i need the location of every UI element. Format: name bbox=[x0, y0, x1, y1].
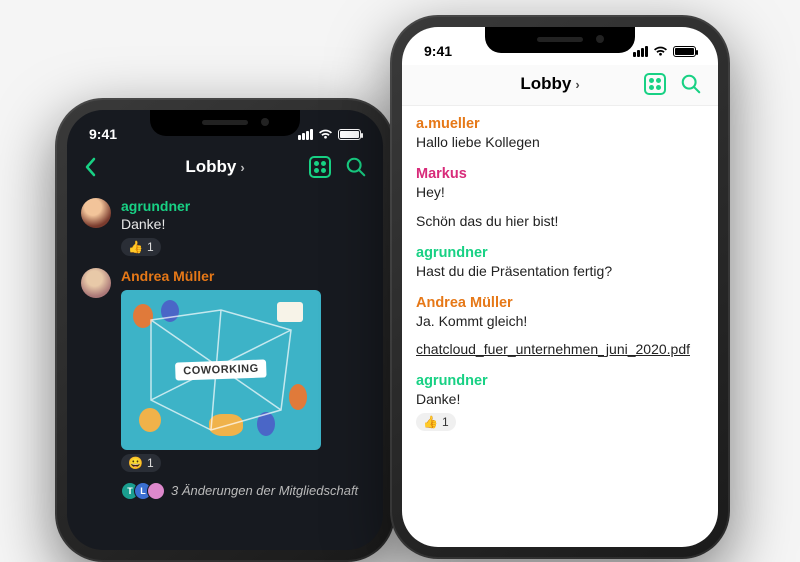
file-link[interactable]: chatcloud_fuer_unternehmen_juni_2020.pdf bbox=[416, 340, 704, 359]
reaction-emoji: 👍 bbox=[423, 415, 438, 429]
search-button[interactable] bbox=[345, 156, 367, 178]
message[interactable]: agrundner Danke! 👍 1 bbox=[416, 373, 704, 431]
back-button[interactable] bbox=[83, 157, 97, 177]
phone-light: 9:41 Lobby › a.mueller Hall bbox=[390, 15, 730, 559]
wifi-icon bbox=[653, 46, 668, 57]
navbar: Lobby › bbox=[67, 148, 383, 188]
reaction-count: 1 bbox=[147, 456, 154, 470]
reaction-emoji: 😀 bbox=[128, 456, 143, 470]
reaction[interactable]: 😀 1 bbox=[121, 454, 161, 472]
membership-text: 3 Änderungen der Mitgliedschaft bbox=[171, 483, 358, 498]
message[interactable]: a.mueller Hallo liebe Kollegen bbox=[416, 116, 704, 152]
message[interactable]: Markus Hey! Schön das du hier bist! bbox=[416, 166, 704, 231]
image-label: COWORKING bbox=[175, 359, 267, 380]
reaction-emoji: 👍 bbox=[128, 240, 143, 254]
reaction-count: 1 bbox=[442, 415, 449, 429]
message-text: Danke! bbox=[121, 215, 369, 234]
reaction[interactable]: 👍 1 bbox=[416, 413, 456, 431]
message-text: Hallo liebe Kollegen bbox=[416, 133, 704, 152]
avatar[interactable] bbox=[81, 268, 111, 298]
sender-name: agrundner bbox=[416, 373, 704, 389]
sender-name: agrundner bbox=[416, 245, 704, 261]
nav-title[interactable]: Lobby › bbox=[123, 157, 307, 177]
navbar: Lobby › bbox=[402, 65, 718, 106]
reaction-count: 1 bbox=[147, 240, 154, 254]
message-text: Hey! bbox=[416, 183, 704, 202]
chevron-right-icon: › bbox=[240, 160, 244, 175]
message-text: Hast du die Präsentation fertig? bbox=[416, 262, 704, 281]
chat-list[interactable]: agrundner Danke! 👍 1 Andrea Müller bbox=[67, 188, 383, 522]
message[interactable]: Andrea Müller COWORKING 😀 bbox=[81, 268, 369, 500]
sender-name: Andrea Müller bbox=[416, 295, 704, 311]
battery-icon bbox=[673, 46, 696, 57]
wifi-icon bbox=[318, 129, 333, 140]
search-button[interactable] bbox=[680, 73, 702, 95]
message[interactable]: agrundner Danke! 👍 1 bbox=[81, 198, 369, 256]
status-time: 9:41 bbox=[424, 43, 452, 59]
image-attachment[interactable]: COWORKING bbox=[121, 290, 321, 450]
notch bbox=[485, 27, 635, 53]
grid-icon bbox=[309, 156, 331, 178]
reaction[interactable]: 👍 1 bbox=[121, 238, 161, 256]
message[interactable]: agrundner Hast du die Präsentation ferti… bbox=[416, 245, 704, 281]
avatar[interactable] bbox=[81, 198, 111, 228]
grid-icon bbox=[644, 73, 666, 95]
battery-icon bbox=[338, 129, 361, 140]
message-text: Danke! bbox=[416, 390, 704, 409]
search-icon bbox=[680, 73, 702, 95]
sender-name: Andrea Müller bbox=[121, 268, 369, 284]
signal-icon bbox=[298, 129, 313, 140]
message-text: Schön das du hier bist! bbox=[416, 212, 704, 231]
status-time: 9:41 bbox=[89, 126, 117, 142]
membership-change[interactable]: T L 3 Änderungen der Mitgliedschaft bbox=[121, 482, 369, 500]
grid-button[interactable] bbox=[309, 156, 331, 178]
sender-name: a.mueller bbox=[416, 116, 704, 132]
sender-name: agrundner bbox=[121, 198, 369, 214]
notch bbox=[150, 110, 300, 136]
chevron-right-icon: › bbox=[575, 77, 579, 92]
message-text: Ja. Kommt gleich! bbox=[416, 312, 704, 331]
nav-title[interactable]: Lobby › bbox=[458, 74, 642, 94]
sender-name: Markus bbox=[416, 166, 704, 182]
grid-button[interactable] bbox=[644, 73, 666, 95]
search-icon bbox=[345, 156, 367, 178]
phone-dark: 9:41 Lobby › bbox=[55, 98, 395, 562]
signal-icon bbox=[633, 46, 648, 57]
chat-list[interactable]: a.mueller Hallo liebe Kollegen Markus He… bbox=[402, 106, 718, 455]
mini-avatars: T L bbox=[121, 482, 165, 500]
message[interactable]: Andrea Müller Ja. Kommt gleich! chatclou… bbox=[416, 295, 704, 360]
